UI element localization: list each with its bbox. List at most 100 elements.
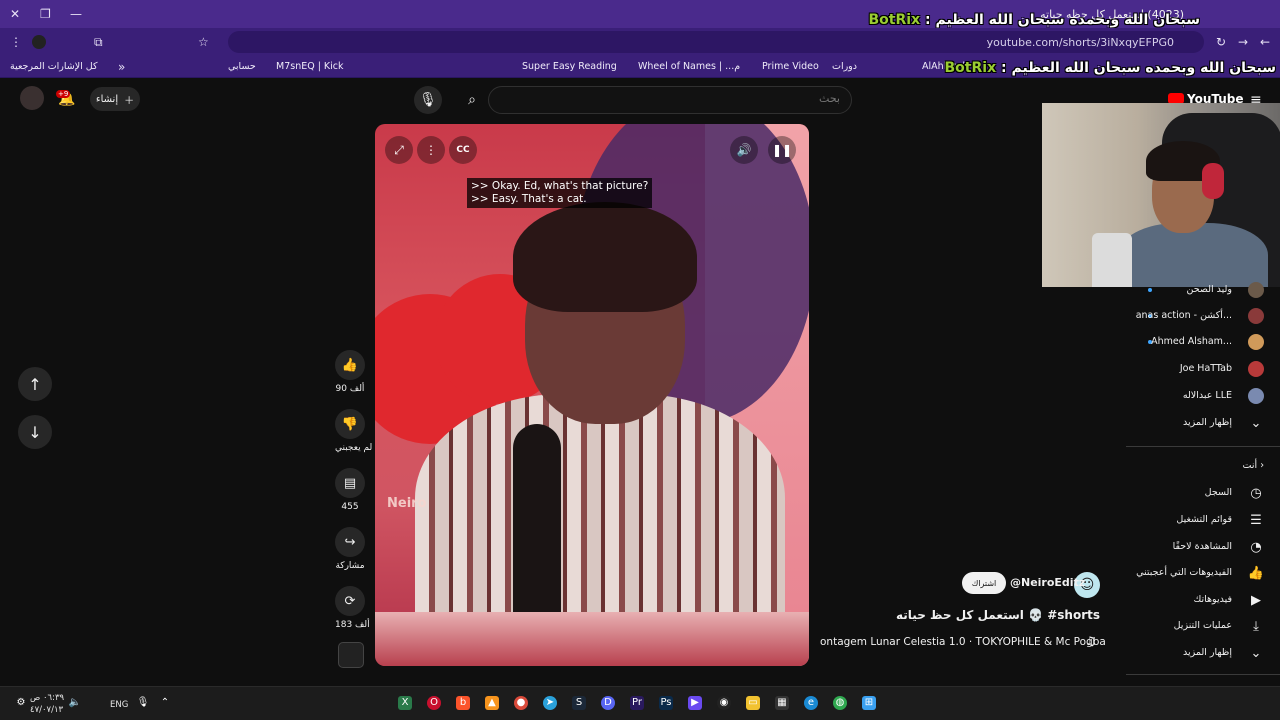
forward-icon[interactable]: → <box>1238 36 1248 48</box>
remix-action[interactable]: ⟳ 183 ألف <box>335 586 370 630</box>
chevron-down-icon[interactable]: ⌄ <box>1247 644 1265 662</box>
webcam-headset <box>1202 163 1224 199</box>
sound-thumbnail[interactable] <box>338 642 364 668</box>
sidebar-item-downloads[interactable]: عمليات التنزيل <box>1174 620 1232 631</box>
bookmark-reading[interactable]: Super Easy Reading <box>522 61 617 72</box>
extensions-icon[interactable]: ⧉ <box>94 36 103 48</box>
chrome-icon[interactable]: ◍ <box>833 696 847 710</box>
show-more-you[interactable]: إظهار المزيد <box>1183 647 1232 658</box>
bookmark-account[interactable]: حسابي <box>228 61 256 72</box>
bookmark-kick[interactable]: M7snEQ | Kick <box>276 61 344 72</box>
you-header-text: أنت <box>1242 460 1258 471</box>
dislike-action[interactable]: 👎 لم يعجبني <box>335 409 372 453</box>
like-icon[interactable]: 👍 <box>335 350 365 380</box>
thumbs-up-icon[interactable]: 👍 <box>1247 564 1265 582</box>
sidebar-item-watch-later[interactable]: المشاهدة لاحقًا <box>1173 541 1232 552</box>
search-input[interactable] <box>488 86 852 114</box>
bookmark-courses[interactable]: دورات <box>832 61 857 72</box>
discord-icon[interactable]: D <box>601 696 615 710</box>
clock-time[interactable]: ٠٦:٣٩ ص <box>30 693 64 703</box>
gear-icon[interactable]: ⚙ <box>14 696 28 710</box>
media-app-icon[interactable]: ▶ <box>688 696 702 710</box>
bookmark-all[interactable]: كل الإشارات المرجعية <box>10 61 98 72</box>
bookmark-wheel[interactable]: Wheel of Names | ...م <box>638 61 740 72</box>
you-section-header[interactable]: أنت › <box>1243 460 1264 471</box>
short-video-player[interactable]: ⤢ ⋮ CC 🔊 ❚❚ >> Okay. Ed, what's that pic… <box>375 124 809 666</box>
clock-date[interactable]: ٤٧/٠٧/١٣ <box>30 705 63 715</box>
search-icon[interactable]: ⌕ <box>458 86 486 114</box>
speaker-icon[interactable]: 🔈 <box>68 696 82 710</box>
chevron-up-icon[interactable]: ⌃ <box>158 696 172 710</box>
volume-icon[interactable]: 🔊 <box>730 136 758 164</box>
channel-name[interactable]: @NeiroEditz <box>1010 576 1085 589</box>
profile-icon[interactable] <box>32 35 46 49</box>
premiere-icon[interactable]: Pr <box>630 696 644 710</box>
chevron-down-icon[interactable]: ⌄ <box>1247 414 1265 432</box>
sidebar-item-history[interactable]: السجل <box>1205 487 1232 498</box>
windows-start-icon[interactable]: ⊞ <box>862 696 876 710</box>
voice-search-icon[interactable]: 🎙 <box>414 86 442 114</box>
opera-icon[interactable]: O <box>427 696 441 710</box>
sub-item-3[interactable]: Ahmed Alsham... <box>1151 336 1232 347</box>
sub-item-2[interactable]: anas action - أكشن... <box>1136 310 1232 321</box>
clock-icon[interactable]: ◔ <box>1247 538 1265 556</box>
sidebar-item-liked[interactable]: الفيديوهات التي أعجبتني <box>1136 567 1232 578</box>
close-icon[interactable]: ✕ <box>10 8 20 20</box>
steam-icon[interactable]: S <box>572 696 586 710</box>
like-action[interactable]: 👍 90 ألف <box>335 350 365 394</box>
restore-icon[interactable]: ❐ <box>40 8 51 20</box>
brave-icon[interactable]: b <box>456 696 470 710</box>
sub-item-1[interactable]: وليد الصحن <box>1187 284 1233 295</box>
playlist-icon[interactable]: ☰ <box>1247 511 1265 529</box>
subscribe-button[interactable]: اشتراك <box>962 572 1006 594</box>
create-button[interactable]: إنشاء ＋ <box>90 87 140 111</box>
download-icon[interactable]: ⤓ <box>1247 617 1265 635</box>
reload-icon[interactable]: ↻ <box>1216 36 1226 48</box>
photoshop-icon[interactable]: Ps <box>659 696 673 710</box>
more-options-icon[interactable]: ⋮ <box>417 136 445 164</box>
video-microphone <box>513 424 561 624</box>
microphone-icon[interactable]: 🎙 <box>136 696 150 710</box>
dislike-icon[interactable]: 👎 <box>335 409 365 439</box>
video-title[interactable]: استعمل كل حظ حياته 💀 #shorts <box>896 608 1100 622</box>
previous-short-button[interactable]: ↑ <box>18 367 52 401</box>
remix-icon[interactable]: ⟳ <box>335 586 365 616</box>
share-action[interactable]: ↪ مشاركة <box>335 527 365 571</box>
sub-item-5[interactable]: عبدالاله LLE <box>1183 390 1232 401</box>
pause-icon[interactable]: ❚❚ <box>768 136 796 164</box>
sidebar-item-playlists[interactable]: قوائم التشغيل <box>1176 514 1232 525</box>
comments-action[interactable]: ▤ 455 <box>335 468 365 512</box>
telegram-icon[interactable]: ➤ <box>543 696 557 710</box>
show-more-subscriptions[interactable]: إظهار المزيد <box>1183 417 1232 428</box>
fullscreen-icon[interactable]: ⤢ <box>385 136 413 164</box>
app-icon[interactable]: ● <box>514 696 528 710</box>
video-icon[interactable]: ▶ <box>1247 591 1265 609</box>
minimize-icon[interactable]: — <box>70 8 82 20</box>
edge-icon[interactable]: e <box>804 696 818 710</box>
excel-icon[interactable]: X <box>398 696 412 710</box>
store-icon[interactable]: ▦ <box>775 696 789 710</box>
comment-icon[interactable]: ▤ <box>335 468 365 498</box>
star-icon[interactable]: ☆ <box>198 36 209 48</box>
video-desk <box>375 612 809 666</box>
sub-avatar-4 <box>1248 361 1264 377</box>
back-icon[interactable]: ← <box>1260 36 1270 48</box>
chevron-more-icon[interactable]: » <box>118 61 125 73</box>
bookmark-prime[interactable]: Prime Video <box>762 61 819 72</box>
caption-line-2: >> Easy. That's a cat. <box>471 193 587 205</box>
next-short-button[interactable]: ↓ <box>18 415 52 449</box>
music-info[interactable]: ontagem Lunar Celestia 1.0 · TOKYOPHILE … <box>820 636 1106 648</box>
history-icon[interactable]: ◷ <box>1247 484 1265 502</box>
captions-icon[interactable]: CC <box>449 136 477 164</box>
share-icon[interactable]: ↪ <box>335 527 365 557</box>
url-text[interactable]: youtube.com/shorts/3iNxqyEFPG0 <box>987 36 1174 49</box>
account-avatar[interactable] <box>20 86 44 110</box>
folder-icon[interactable]: ▭ <box>746 696 760 710</box>
menu-dots-icon[interactable]: ⋮ <box>10 36 22 48</box>
remix-count: 183 ألف <box>335 620 370 630</box>
sidebar-item-your-videos[interactable]: فيديوهاتك <box>1193 594 1232 605</box>
sub-item-4[interactable]: Joe HaTTab <box>1180 363 1232 374</box>
obs-icon[interactable]: ◉ <box>717 696 731 710</box>
vlc-icon[interactable]: ▲ <box>485 696 499 710</box>
language-indicator[interactable]: ENG <box>110 700 128 710</box>
